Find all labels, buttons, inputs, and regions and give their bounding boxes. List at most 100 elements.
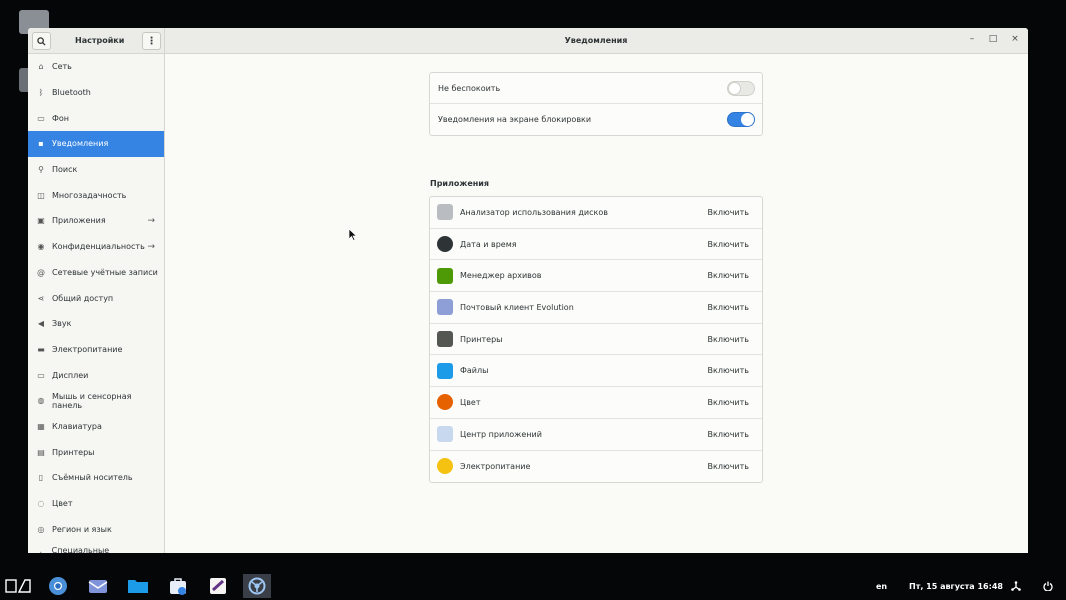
app-name: Цвет [460,397,481,407]
sidebar-item-label: Многозадачность [52,190,127,200]
app-name: Почтовый клиент Evolution [460,302,574,312]
sound-icon: ◀ [37,319,45,329]
sidebar-item-label: Регион и язык [52,524,112,534]
sidebar-item-network[interactable]: ⌂ Сеть [28,54,164,80]
sidebar-item-label: Сеть [52,62,72,72]
do-not-disturb-switch[interactable] [727,81,755,96]
sidebar-item-mouse[interactable]: ◍ Мышь и сенсорная панель [28,388,164,414]
general-settings-panel: Не беспокоить Уведомления на экране блок… [429,72,763,136]
sidebar-item-label: Звук [52,319,72,329]
app-status: Включить [707,208,749,217]
sidebar-item-label: Сетевые учётные записи [52,267,158,277]
power-icon: ▬ [37,344,45,354]
lock-screen-notifications-switch[interactable] [727,112,755,127]
sidebar-item-printer[interactable]: ▤ Принтеры [28,439,164,465]
sidebar-item-online-accounts[interactable]: @ Сетевые учётные записи [28,260,164,286]
sidebar-item-region[interactable]: ◎ Регион и язык [28,516,164,542]
app-name: Электропитание [460,461,531,471]
sidebar-item-label: Принтеры [52,447,95,457]
sidebar-item-power[interactable]: ▬ Электропитание [28,337,164,363]
app-name: Файлы [460,366,489,376]
sidebar-item-displays[interactable]: ▭ Дисплеи [28,362,164,388]
taskbar-files[interactable] [124,574,152,598]
files-icon [128,580,148,593]
sidebar-item-bluetooth[interactable]: ᛒ Bluetooth [28,80,164,106]
app-name: Анализатор использования дисков [460,207,608,217]
sidebar-item-label: Съёмный носитель [52,473,133,483]
sidebar-item-privacy[interactable]: ◉ Конфиденциальность → [28,234,164,260]
sidebar-item-label: Общий доступ [52,293,114,303]
sidebar-item-color[interactable]: ◌ Цвет [28,491,164,517]
taskbar-settings[interactable] [243,574,271,598]
app-row[interactable]: Электропитание Включить [430,451,762,483]
taskbar-software-center[interactable] [164,574,192,598]
page-title: Уведомления [564,36,628,45]
titlebar: Настройки ⋮ Уведомления – □ × [28,28,1028,54]
network-icon: ⌂ [38,62,44,72]
mouse-icon: ◍ [37,396,45,406]
sidebar-item-label: Приложения [52,216,106,226]
mail-icon [88,580,108,593]
sidebar-item-background[interactable]: ▭ Фон [28,105,164,131]
do-not-disturb-row[interactable]: Не беспокоить [430,73,762,104]
power-tray-icon[interactable] [1043,581,1053,591]
app-menu-button[interactable] [4,574,32,598]
sidebar-item-label: Дисплеи [52,370,89,380]
clock-icon [437,236,453,253]
sidebar-item-removable-media[interactable]: ▯ Съёмный носитель [28,465,164,491]
app-row[interactable]: Файлы Включить [430,355,762,388]
printer-icon [437,331,453,348]
taskbar-chromium[interactable] [44,574,72,598]
app-row[interactable]: Дата и время Включить [430,229,762,261]
keyboard-layout-indicator[interactable]: en [876,582,887,591]
archive-icon [437,267,453,284]
taskbar-editor[interactable] [204,574,232,598]
printer-icon: ▤ [37,447,45,457]
app-row[interactable]: Центр приложений Включить [430,419,762,451]
settings-window: Настройки ⋮ Уведомления – □ × ⌂ Сеть ᛒ Blue… [28,28,1028,553]
apps-section-heading: Приложения [430,179,490,188]
keyboard-icon: ▦ [37,421,45,431]
online-accounts-icon: @ [37,267,45,277]
search-icon: ⚲ [38,165,44,175]
sidebar-item-label: Поиск [52,165,78,175]
sidebar-item-apps[interactable]: ▣ Приложения → [28,208,164,234]
sidebar-item-sharing[interactable]: ⋖ Общий доступ [28,285,164,311]
sidebar-item-multitasking[interactable]: ◫ Многозадачность [28,182,164,208]
sidebar-item-label: Уведомления [52,139,109,149]
app-row[interactable]: Цвет Включить [430,387,762,419]
app-status: Включить [707,398,749,408]
bluetooth-icon: ᛒ [38,88,44,98]
sidebar-item-accessibility[interactable]: ✦ Специальные возможности [28,542,164,553]
app-row[interactable]: Принтеры Включить [430,324,762,356]
app-row[interactable]: Менеджер архивов Включить [430,260,762,293]
app-row[interactable]: Почтовый клиент Evolution Включить [430,292,762,324]
taskbar-mail[interactable] [84,574,112,598]
lock-screen-notifications-row[interactable]: Уведомления на экране блокировки [430,104,762,135]
sidebar-item-keyboard[interactable]: ▦ Клавиатура [28,414,164,440]
settings-icon [248,577,266,595]
sidebar-item-label: Электропитание [52,344,123,354]
accessibility-icon: ✦ [36,550,46,553]
sidebar: ⌂ Сеть ᛒ Bluetooth ▭ Фон ▪ Уведомления ⚲ Поиск ◫ Мн… [28,54,165,553]
sidebar-item-label: Фон [52,113,70,123]
switch-knob [728,82,741,95]
app-row[interactable]: Анализатор использования дисков Включить [430,197,762,229]
sidebar-item-notifications[interactable]: ▪ Уведомления [28,131,164,157]
sidebar-item-sound[interactable]: ◀ Звук [28,311,164,337]
sidebar-item-search[interactable]: ⚲ Поиск [28,157,164,183]
minimize-button[interactable]: – [966,34,978,44]
clock[interactable]: Пт, 15 августа 16:48 [909,582,1003,591]
folder-icon [437,362,453,379]
maximize-button[interactable]: □ [987,34,999,44]
app-name: Дата и время [460,239,517,249]
sidebar-item-label: Клавиатура [52,421,102,431]
notifications-icon: ▪ [38,139,44,149]
close-button[interactable]: × [1009,34,1021,44]
app-name: Принтеры [460,334,503,344]
arrow-right-icon: → [147,241,155,252]
network-tray-icon[interactable] [1011,581,1021,591]
region-icon: ◎ [37,524,45,534]
sharing-icon: ⋖ [37,293,45,303]
app-status: Включить [707,334,749,344]
